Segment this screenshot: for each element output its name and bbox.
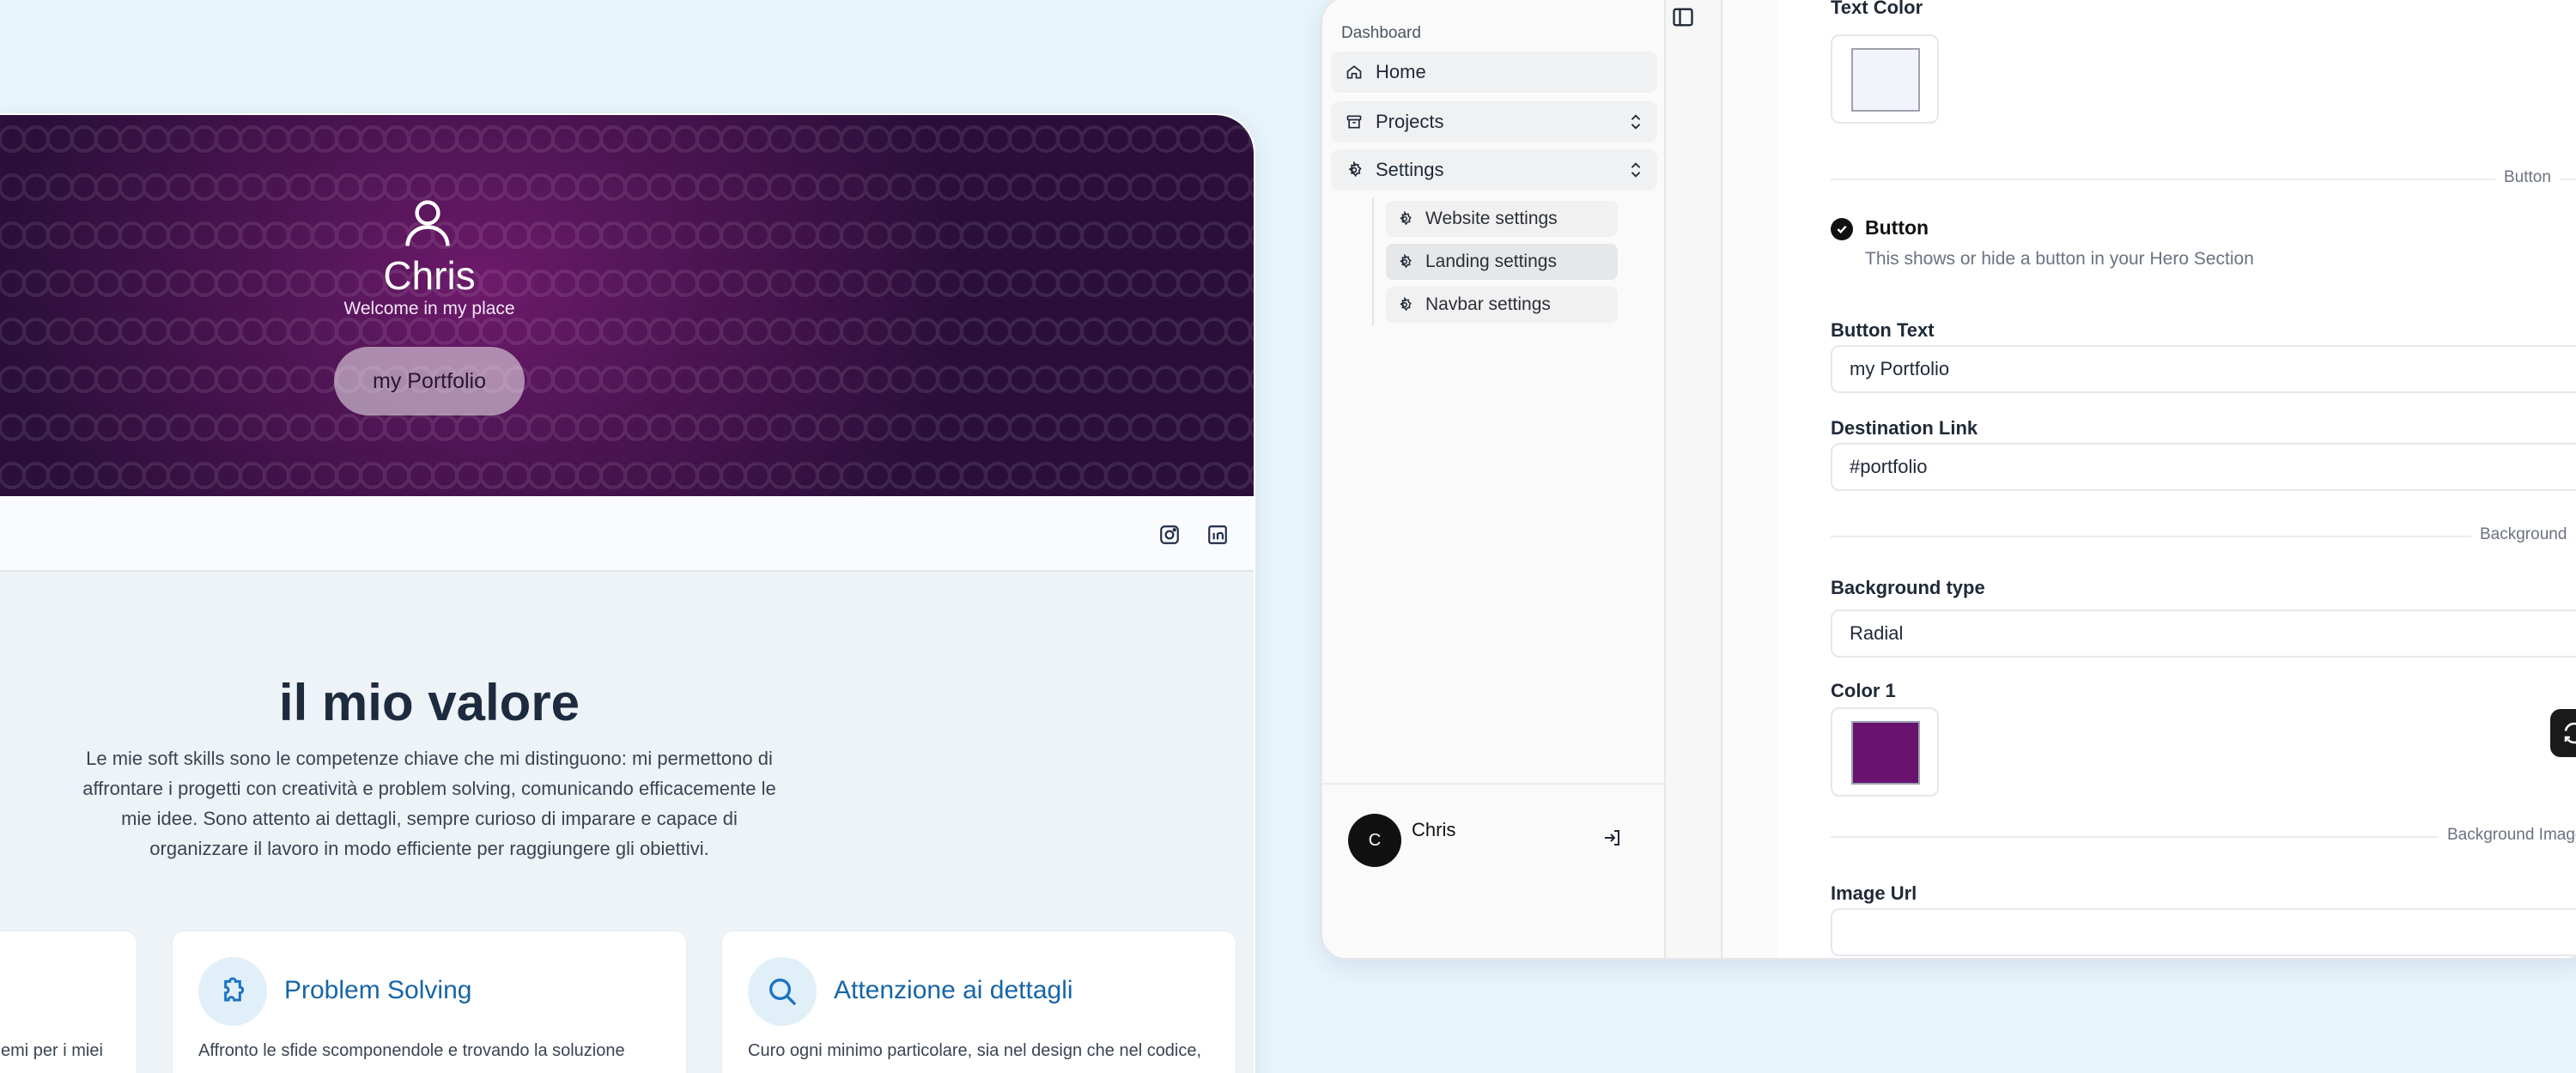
user-name: Chris [1412,819,1456,840]
gear-icon [1396,210,1413,227]
skill-card-attention: Attenzione ai dettagli Curo ogni minimo … [721,931,1236,1073]
destination-link-input[interactable]: #portfolio [1831,443,2576,491]
section-label-background: Background [2471,525,2576,544]
section-divider [1831,179,2576,180]
section-label-button: Button [2495,168,2560,187]
sidebar-item-landing-settings[interactable]: Landing settings [1386,244,1618,280]
values-title: il mio valore [278,674,580,731]
sidebar-sub-label: Navbar settings [1425,294,1551,314]
destination-link-label: Destination Link [1831,417,1978,439]
values-description: Le mie soft skills sono le competenze ch… [60,743,799,864]
text-color-swatch [1851,48,1920,112]
button-toggle-checkbox[interactable] [1831,218,1853,240]
hero-pattern [0,115,1254,496]
values-line: organizzare il lavoro in modo efficiente… [149,838,709,859]
sidebar-item-home[interactable]: Home [1331,52,1657,93]
skill-card-title: Problem Solving [284,976,472,1004]
sidebar-group-label: Dashboard [1341,24,1421,42]
values-line: Le mie soft skills sono le competenze ch… [86,748,773,769]
skill-card: emi per i miei [0,931,137,1073]
sidebar-sub-label: Website settings [1425,209,1558,228]
section-divider [1831,536,2576,537]
sidebar-toggle-icon[interactable] [1671,5,1695,29]
values-line: mie idee. Sono attento ai dettagli, semp… [121,808,738,829]
section-label-background-image: Background Image [2439,826,2576,845]
archive-icon [1345,112,1364,131]
color1-swatch [1851,721,1920,785]
content-rail [1666,0,1722,958]
sidebar-item-projects[interactable]: Projects [1331,101,1657,142]
landing-settings-form: Text Color Button Button This shows or h… [1777,0,2576,958]
gear-icon [1396,253,1413,270]
hero-name: Chris [383,253,476,298]
user-icon [405,200,450,246]
sidebar-item-navbar-settings[interactable]: Navbar settings [1386,287,1618,323]
linkedin-icon[interactable] [1206,524,1229,546]
hero-portfolio-button[interactable]: my Portfolio [334,347,525,415]
chevron-up-down-icon [1631,162,1641,178]
background-type-label: Background type [1831,577,1985,598]
hero-section: Chris Welcome in my place my Portfolio [0,115,1254,496]
sidebar-sub-label: Landing settings [1425,252,1557,271]
gear-icon [1396,296,1413,313]
instagram-icon[interactable] [1158,524,1181,546]
admin-panel: Dashboard Home Projects Settings Website… [1321,0,2576,960]
submenu-divider [1372,197,1374,326]
sidebar-item-label: Settings [1376,159,1444,180]
search-icon [748,957,817,1026]
values-line: affrontare i progetti con creatività e p… [82,778,776,799]
gear-icon [1345,161,1364,179]
skill-card-text: Affronto le sfide scomponendole e trovan… [198,1041,625,1060]
refresh-color-button[interactable] [2550,709,2576,757]
hero-subtitle: Welcome in my place [343,299,515,318]
skill-card-text: Curo ogni minimo particolare, sia nel de… [748,1041,1202,1060]
sidebar-item-settings[interactable]: Settings [1331,149,1657,191]
logout-icon[interactable] [1602,827,1623,848]
avatar[interactable]: C [1348,814,1401,867]
image-url-input[interactable] [1831,908,2576,956]
sidebar-item-label: Projects [1376,111,1444,132]
text-color-label: Text Color [1831,0,1923,18]
sidebar: Dashboard Home Projects Settings Website… [1322,0,1666,958]
preview-navbar [0,496,1254,572]
background-type-select[interactable]: Radial [1831,609,2576,658]
sidebar-item-website-settings[interactable]: Website settings [1386,201,1618,237]
button-toggle-description: This shows or hide a button in your Hero… [1865,249,2254,269]
color1-picker[interactable] [1831,707,1939,797]
button-toggle-label: Button [1865,216,1929,239]
text-color-picker[interactable] [1831,34,1939,124]
button-text-input[interactable]: my Portfolio [1831,345,2576,393]
site-preview: Chris Welcome in my place my Portfolio i… [0,115,1254,1073]
skill-card-title: Attenzione ai dettagli [834,976,1073,1004]
color1-label: Color 1 [1831,680,1896,701]
skill-card-problem-solving: Problem Solving Affronto le sfide scompo… [172,931,687,1073]
puzzle-icon [198,957,267,1026]
image-url-label: Image Url [1831,882,1917,904]
chevron-up-down-icon [1631,114,1641,130]
sidebar-footer-divider [1322,783,1666,785]
home-icon [1345,63,1364,82]
skill-card-text: emi per i miei [1,1041,103,1060]
sidebar-item-label: Home [1376,61,1426,82]
button-text-label: Button Text [1831,319,1935,341]
